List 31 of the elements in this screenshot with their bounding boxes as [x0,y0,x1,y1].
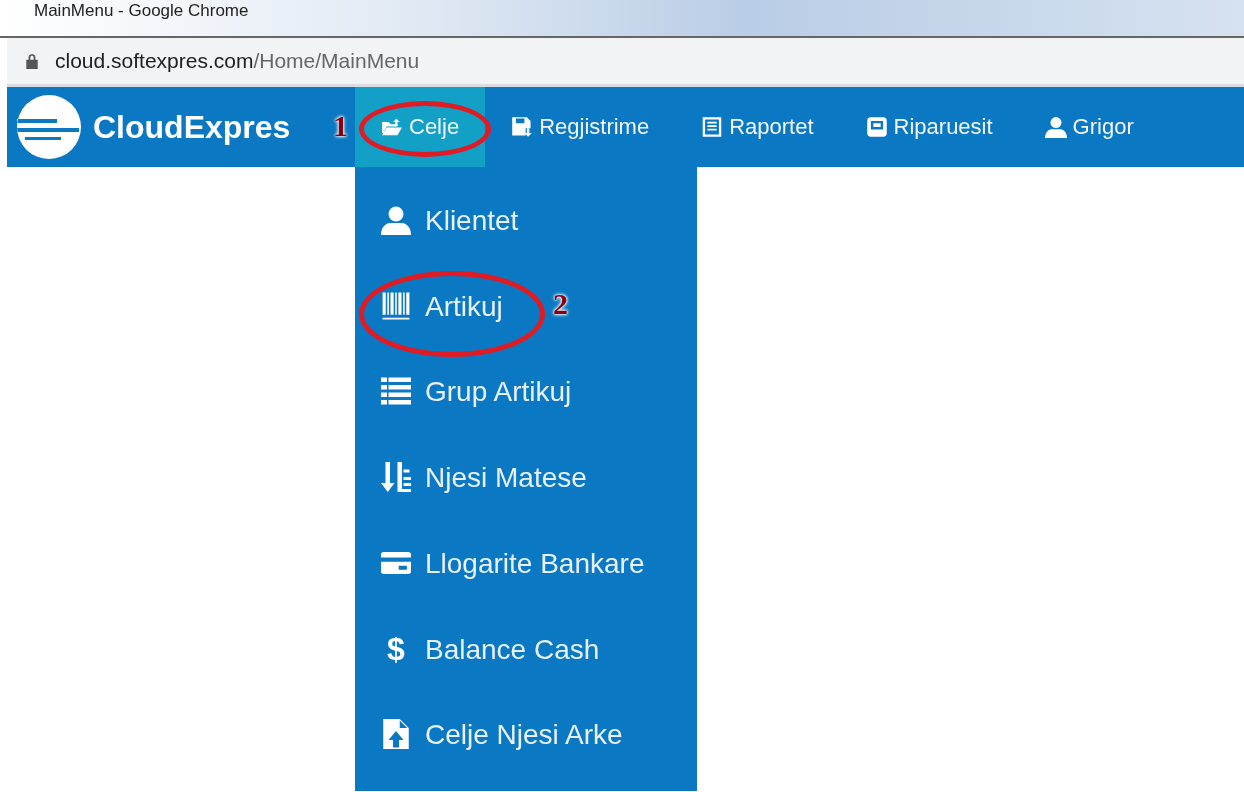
list-document-icon [701,116,724,138]
menu-item[interactable]: Llogarite Bankare [355,533,671,592]
list-icon [381,376,411,407]
nav-tab[interactable]: Regjistrime [485,87,676,167]
menu-item[interactable]: Klientet [355,191,545,249]
menu-item[interactable]: Grup Artikuj [355,362,598,421]
folder-icon [381,116,403,138]
nav-tab[interactable]: Celje [355,87,486,167]
annotation-number: 2 [553,288,568,319]
user-icon [381,205,411,235]
sort-icon [381,462,411,493]
menu-item[interactable]: $ Balance Cash [355,619,626,678]
menu-item[interactable]: Celje Njesi Arke [355,705,649,764]
nav-tab[interactable]: Grigor [1018,87,1160,167]
nav-tab[interactable]: Riparuesit [839,87,1019,167]
address-bar[interactable]: cloud.softexpres.com/Home/MainMenu [7,38,1244,87]
url-text: cloud.softexpres.com/Home/MainMenu [55,49,420,73]
dollar-icon: $ [381,633,411,664]
logo-icon [17,95,81,159]
barcode-icon [381,290,411,321]
nav-tab[interactable]: Raportet [675,87,840,167]
user-icon [1044,116,1067,138]
save-icon [511,116,534,138]
brand-name[interactable]: CloudExpres [93,108,291,146]
menu-item[interactable]: Njesi Matese [355,448,613,507]
window-title: MainMenu - Google Chrome [34,2,249,20]
menu-item[interactable]: Artikuj [355,276,529,335]
lock-icon [25,53,39,69]
drive-icon [865,116,888,138]
annotation-number: 1 [333,111,348,141]
file-upload-icon [381,719,411,750]
